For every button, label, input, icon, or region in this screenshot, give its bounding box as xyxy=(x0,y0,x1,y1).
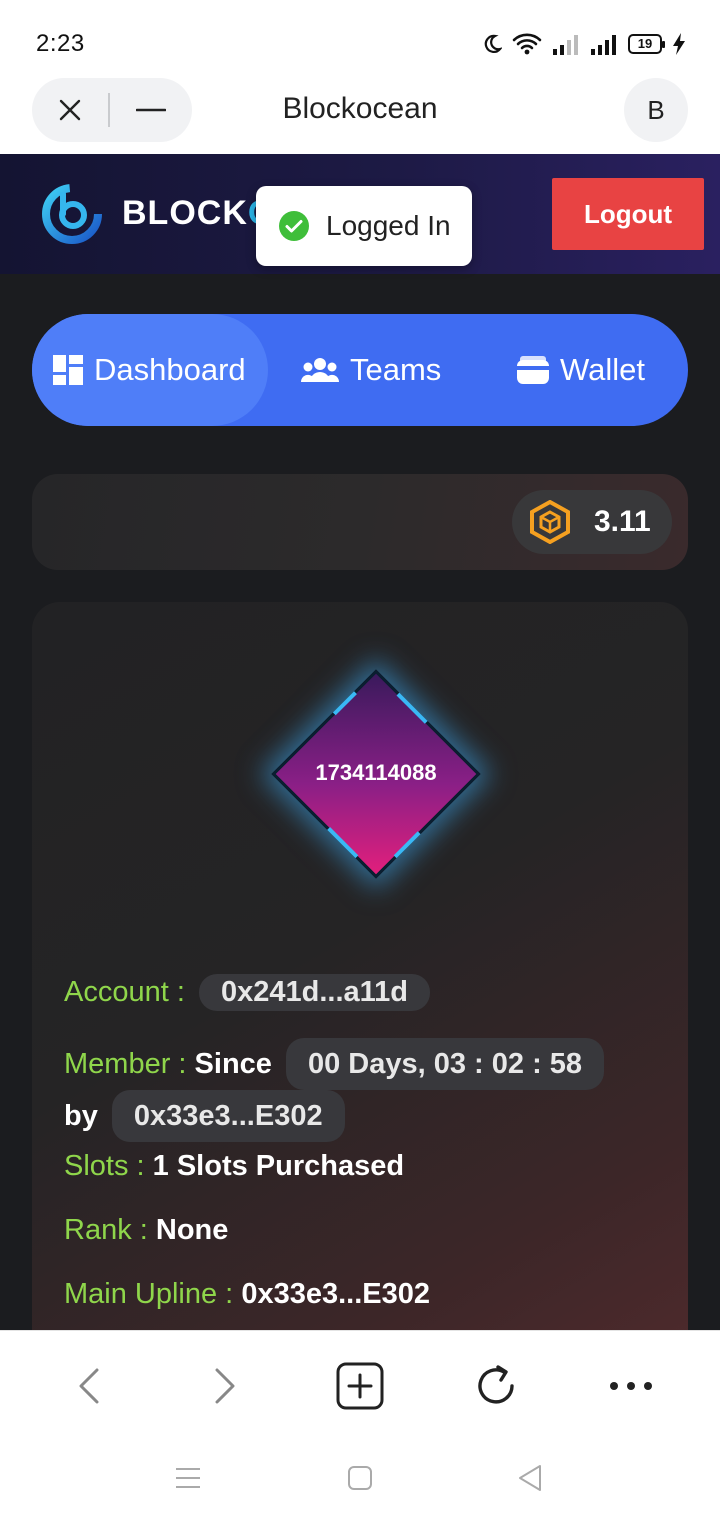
tab-dashboard[interactable]: Dashboard xyxy=(52,314,246,426)
tab-label: Dashboard xyxy=(94,352,246,387)
glow-edge xyxy=(393,831,421,859)
slots-label: Slots : xyxy=(64,1150,145,1182)
web-page: BLOCKO Logout Logged In Dashboard Teams … xyxy=(0,154,720,1330)
member-label: Member : xyxy=(64,1048,187,1080)
member-since-label: Since xyxy=(194,1048,272,1080)
toast-notification: Logged In xyxy=(256,186,472,266)
minimize-icon xyxy=(136,108,166,112)
status-bar: 2:23 19 xyxy=(0,0,720,78)
glow-edge xyxy=(396,692,428,724)
brand-name: BLOCKO xyxy=(122,194,275,233)
slots-value: 1 Slots Purchased xyxy=(152,1150,405,1182)
moon-icon xyxy=(484,34,502,53)
tab-label: Wallet xyxy=(560,352,645,387)
home-button[interactable] xyxy=(344,1462,376,1494)
menu-icon xyxy=(176,1468,200,1488)
system-back-button[interactable] xyxy=(514,1462,546,1494)
referrer-address[interactable]: 0x33e3...E302 xyxy=(111,1090,345,1142)
signal-weak-icon xyxy=(553,35,578,55)
profile-card: 1734114088 Account : 0x241d...a11d Membe… xyxy=(32,602,688,1330)
minimize-button[interactable] xyxy=(110,107,192,113)
user-id: 1734114088 xyxy=(315,760,437,785)
member-row: Member : Since 00 Days, 03 : 02 : 58 by … xyxy=(64,1038,664,1142)
battery-icon: 19 xyxy=(628,34,665,54)
avatar[interactable]: B xyxy=(624,78,688,142)
glow-edge xyxy=(327,827,359,859)
status-icons: 19 xyxy=(482,30,686,58)
upline-label: Main Upline : xyxy=(64,1278,234,1310)
user-id-badge: 1734114088 xyxy=(264,662,488,886)
wifi-icon xyxy=(512,33,542,55)
upline-value: 0x33e3...E302 xyxy=(241,1278,430,1310)
plus-square-icon xyxy=(336,1362,384,1410)
chevron-left-icon xyxy=(79,1368,99,1404)
tab-teams[interactable]: Teams xyxy=(300,314,441,426)
balance-value: 3.11 xyxy=(594,505,651,538)
cube-token-icon xyxy=(530,500,570,544)
close-icon xyxy=(59,99,81,121)
signal-icon xyxy=(591,35,616,55)
forward-button[interactable] xyxy=(200,1361,250,1411)
member-duration: 00 Days, 03 : 02 : 58 xyxy=(285,1038,605,1090)
main-nav: Dashboard Teams Wallet xyxy=(32,314,688,426)
logout-button[interactable]: Logout xyxy=(552,178,704,250)
toast-text: Logged In xyxy=(326,210,451,241)
more-button[interactable] xyxy=(606,1361,656,1411)
back-button[interactable] xyxy=(64,1361,114,1411)
tab-wallet[interactable]: Wallet xyxy=(516,314,645,426)
browser-toolbar xyxy=(0,1330,720,1440)
rank-label: Rank : xyxy=(64,1214,148,1246)
chevron-right-icon xyxy=(215,1368,235,1404)
reload-icon xyxy=(478,1365,514,1404)
reload-button[interactable] xyxy=(471,1361,521,1411)
system-nav-bar xyxy=(0,1440,720,1520)
recents-button[interactable] xyxy=(172,1462,204,1494)
account-row: Account : 0x241d...a11d xyxy=(64,974,664,1011)
status-time: 2:23 xyxy=(36,30,85,57)
close-button[interactable] xyxy=(32,98,108,122)
home-square-icon xyxy=(348,1466,372,1490)
upline-row: Main Upline : 0x33e3...E302 xyxy=(64,1278,664,1311)
more-icon xyxy=(610,1382,652,1390)
brand-text: BLOCK xyxy=(122,194,248,232)
rank-value: None xyxy=(155,1214,229,1246)
slots-row: Slots : 1 Slots Purchased xyxy=(64,1150,664,1183)
new-tab-button[interactable] xyxy=(335,1361,385,1411)
rank-row: Rank : None xyxy=(64,1214,664,1247)
member-by-label: by xyxy=(64,1100,98,1132)
dashboard-icon xyxy=(53,355,83,385)
tab-label: Teams xyxy=(350,352,442,387)
balance-chip[interactable]: 3.11 xyxy=(512,490,672,554)
site-header: BLOCKO Logout Logged In xyxy=(0,154,720,274)
check-circle-icon xyxy=(279,211,309,241)
balance-bar: 3.11 xyxy=(32,474,688,570)
account-label: Account : xyxy=(64,976,185,1008)
users-icon xyxy=(300,358,340,382)
wallet-icon xyxy=(517,356,549,384)
browser-controls xyxy=(32,78,192,142)
browser-header: Blockocean B xyxy=(0,78,720,154)
triangle-back-icon xyxy=(519,1465,541,1491)
charging-icon xyxy=(673,33,685,55)
account-address[interactable]: 0x241d...a11d xyxy=(198,974,430,1011)
logo-icon xyxy=(42,184,102,244)
glow-edge xyxy=(332,691,357,716)
